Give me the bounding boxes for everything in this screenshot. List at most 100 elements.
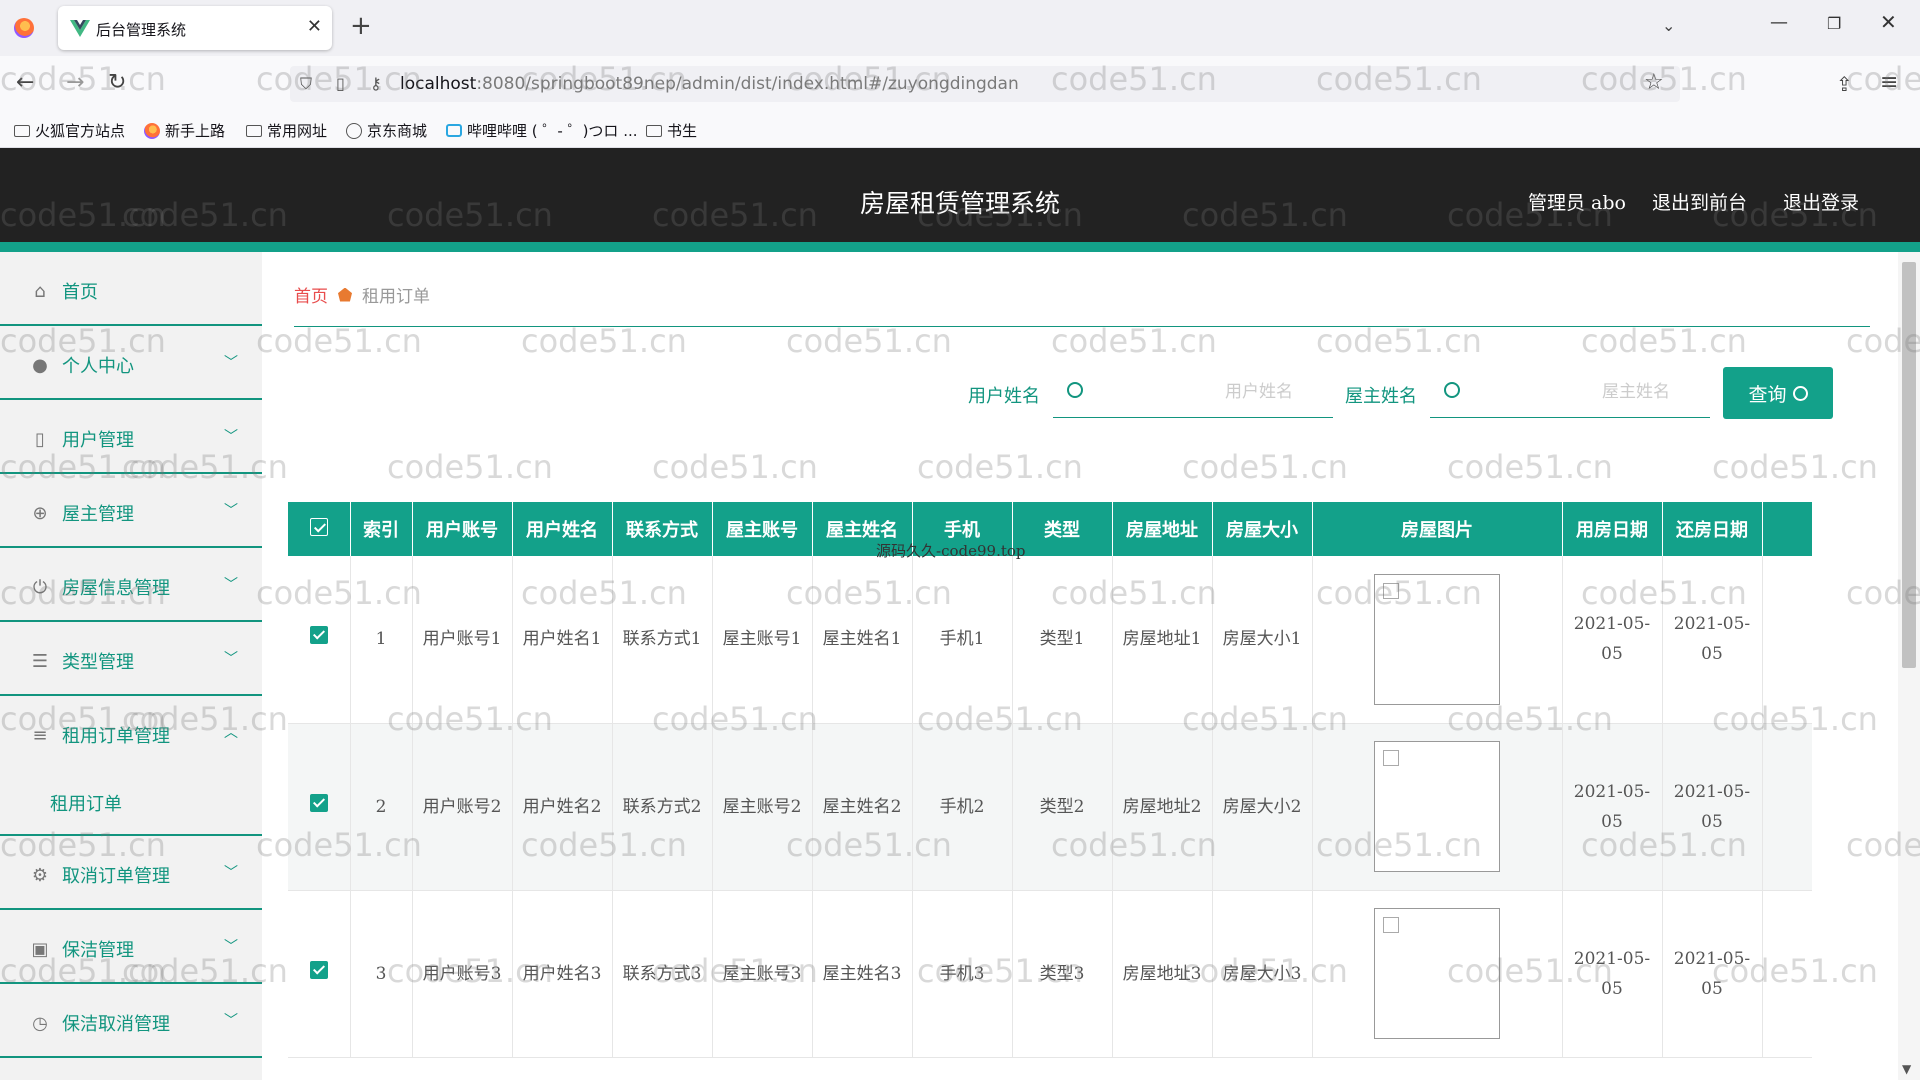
cell-room: 3	[1762, 890, 1812, 1058]
cell-address: 房屋地址1	[1112, 556, 1213, 724]
main-content: 首页 租用订单 用户姓名 屋主姓名 查询 索引 用户账号 用户姓名	[262, 252, 1900, 1080]
cell-name: 用户姓名1	[512, 556, 613, 724]
bookmark-item[interactable]: 书生	[646, 120, 697, 141]
sidebar-item-types[interactable]: ☰ 类型管理 ﹀	[0, 622, 262, 696]
column-header: 用房日期	[1562, 502, 1663, 556]
column-header: 房屋大小	[1212, 502, 1313, 556]
column-header: 屋主账号	[712, 502, 813, 556]
chevron-down-icon: ﹀	[224, 651, 238, 667]
cell-use-date: 2021-05-05	[1562, 890, 1663, 1058]
browser-tab[interactable]: 后台管理系统 ✕	[58, 6, 332, 50]
bilibili-icon	[446, 124, 462, 137]
breadcrumb-home-link[interactable]: 首页	[294, 282, 328, 307]
chevron-down-icon: ﹀	[224, 939, 238, 955]
sidebar-item-label: 个人中心	[62, 356, 134, 377]
column-header: 房间	[1762, 502, 1812, 556]
sidebar-item-owners[interactable]: ⊕ 屋主管理 ﹀	[0, 474, 262, 548]
sidebar-item-label: 房屋信息管理	[62, 578, 170, 599]
cell-size: 房屋大小3	[1212, 890, 1313, 1058]
bookmarks-bar: 火狐官方站点 新手上路 常用网址 京东商城 哔哩哔哩 ( ゜- ゜)つロ ...…	[0, 112, 1920, 148]
forward-button[interactable]: →	[66, 70, 84, 96]
logout-link[interactable]: 退出登录	[1783, 188, 1859, 215]
key-icon[interactable]: ⚷	[370, 74, 382, 93]
sidebar-item-rental-orders[interactable]: ≡ 租用订单管理 ︿	[0, 696, 262, 770]
admin-label: 管理员 abo	[1528, 192, 1626, 214]
row-checkbox[interactable]	[288, 556, 351, 724]
select-all-checkbox[interactable]	[288, 502, 351, 556]
cell-owner-account: 屋主账号3	[712, 890, 813, 1058]
back-button[interactable]: ←	[16, 70, 34, 96]
tab-close-icon[interactable]: ✕	[307, 16, 322, 37]
user-name-input[interactable]	[1093, 376, 1323, 408]
house-image-placeholder[interactable]	[1374, 908, 1500, 1039]
cell-account: 用户账号1	[412, 556, 513, 724]
cell-size: 房屋大小2	[1212, 723, 1313, 891]
bookmark-item[interactable]: 京东商城	[346, 120, 427, 141]
vue-logo-icon	[70, 20, 90, 37]
owner-name-search	[1430, 366, 1710, 418]
globe-icon	[346, 122, 362, 139]
scroll-down-arrow-icon[interactable]: ▼	[1902, 1062, 1911, 1076]
table-row[interactable]: 2 用户账号2 用户姓名2 联系方式2 屋主账号2 屋主姓名2 手机2 类型2 …	[288, 723, 1812, 891]
orders-table-container: 索引 用户账号 用户姓名 联系方式 屋主账号 屋主姓名 手机 类型 房屋地址 房…	[288, 502, 1812, 1080]
sidebar-item-label: 租用订单管理	[62, 726, 170, 747]
shield-icon[interactable]: ⛉	[300, 74, 312, 94]
checkbox-icon	[309, 517, 328, 536]
close-window-button[interactable]: ✕	[1880, 10, 1897, 34]
query-button-label: 查询	[1748, 383, 1787, 406]
cell-room: 1	[1762, 556, 1812, 724]
scrollbar-thumb[interactable]	[1902, 262, 1916, 668]
bookmark-item[interactable]: 哔哩哔哩 ( ゜- ゜)つロ ...	[446, 120, 638, 141]
bookmark-item[interactable]: 火狐官方站点	[14, 120, 125, 141]
extensions-icon[interactable]: ⇪	[1836, 72, 1853, 96]
sidebar-item-cleaning[interactable]: ▣ 保洁管理 ﹀	[0, 910, 262, 984]
owner-name-input[interactable]	[1470, 376, 1700, 408]
table-row[interactable]: 1 用户账号1 用户姓名1 联系方式1 屋主账号1 屋主姓名1 手机1 类型1 …	[288, 556, 1812, 724]
table-row[interactable]: 3 用户账号3 用户姓名3 联系方式3 屋主账号3 屋主姓名3 手机3 类型3 …	[288, 890, 1812, 1058]
url-text[interactable]: localhost:8080/springboot89nep/admin/dis…	[400, 74, 1019, 94]
cell-index: 1	[350, 556, 413, 724]
cell-image	[1312, 556, 1563, 724]
tab-list-chevron-icon[interactable]: ⌄	[1662, 16, 1675, 35]
breadcrumb-current: 租用订单	[362, 287, 430, 307]
compass-icon: ⊕	[32, 503, 48, 524]
new-tab-button[interactable]: +	[350, 12, 372, 40]
house-image-placeholder[interactable]	[1374, 573, 1500, 705]
exit-to-front-link[interactable]: 退出到前台	[1652, 188, 1747, 215]
page-icon[interactable]: ▯	[336, 74, 345, 93]
clock-icon: ◷	[32, 1013, 48, 1034]
sidebar-item-cancel-orders[interactable]: ⚙ 取消订单管理 ﹀	[0, 836, 262, 910]
cell-address: 房屋地址2	[1112, 723, 1213, 891]
bookmark-item[interactable]: 常用网址	[246, 120, 327, 141]
cell-name: 用户姓名2	[512, 723, 613, 891]
house-image-placeholder[interactable]	[1374, 741, 1500, 872]
column-header: 房屋图片	[1312, 502, 1563, 556]
sidebar-item-profile[interactable]: ● 个人中心 ﹀	[0, 326, 262, 400]
chevron-down-icon: ﹀	[224, 503, 238, 519]
row-checkbox[interactable]	[288, 890, 351, 1058]
cell-owner-name: 屋主姓名2	[812, 723, 913, 891]
query-button[interactable]: 查询	[1723, 367, 1833, 419]
url-bar[interactable]: ⛉ ▯ ⚷ localhost:8080/springboot89nep/adm…	[290, 66, 1680, 102]
cell-use-date: 2021-05-05	[1562, 556, 1663, 724]
sidebar-item-house-info[interactable]: ⏻ 房屋信息管理 ﹀	[0, 548, 262, 622]
cell-phone: 手机2	[912, 723, 1013, 891]
user-name-search	[1053, 366, 1333, 418]
gear-icon: ⚙	[31, 865, 49, 886]
sidebar-subitem-rental-order[interactable]: 租用订单	[0, 770, 262, 836]
menu-icon[interactable]: ≡	[1880, 70, 1898, 95]
list-icon: ≡	[32, 725, 48, 746]
cell-size: 房屋大小1	[1212, 556, 1313, 724]
sidebar-item-users[interactable]: ▯ 用户管理 ﹀	[0, 400, 262, 474]
reload-button[interactable]: ↻	[108, 70, 126, 96]
bookmark-item[interactable]: 新手上路	[144, 120, 225, 141]
sidebar-item-home[interactable]: ⌂ 首页	[0, 252, 262, 326]
bookmark-star-icon[interactable]: ☆	[1644, 70, 1664, 95]
minimize-button[interactable]: —	[1770, 12, 1788, 33]
url-path: :8080/springboot89nep/admin/dist/index.h…	[476, 74, 1019, 94]
page-scrollbar[interactable]: ▼	[1898, 252, 1920, 1080]
maximize-button[interactable]: ❐	[1827, 14, 1841, 33]
row-checkbox[interactable]	[288, 723, 351, 891]
sidebar-item-cleaning-cancel[interactable]: ◷ 保洁取消管理 ﹀	[0, 984, 262, 1058]
firefox-logo-icon[interactable]	[14, 18, 34, 38]
